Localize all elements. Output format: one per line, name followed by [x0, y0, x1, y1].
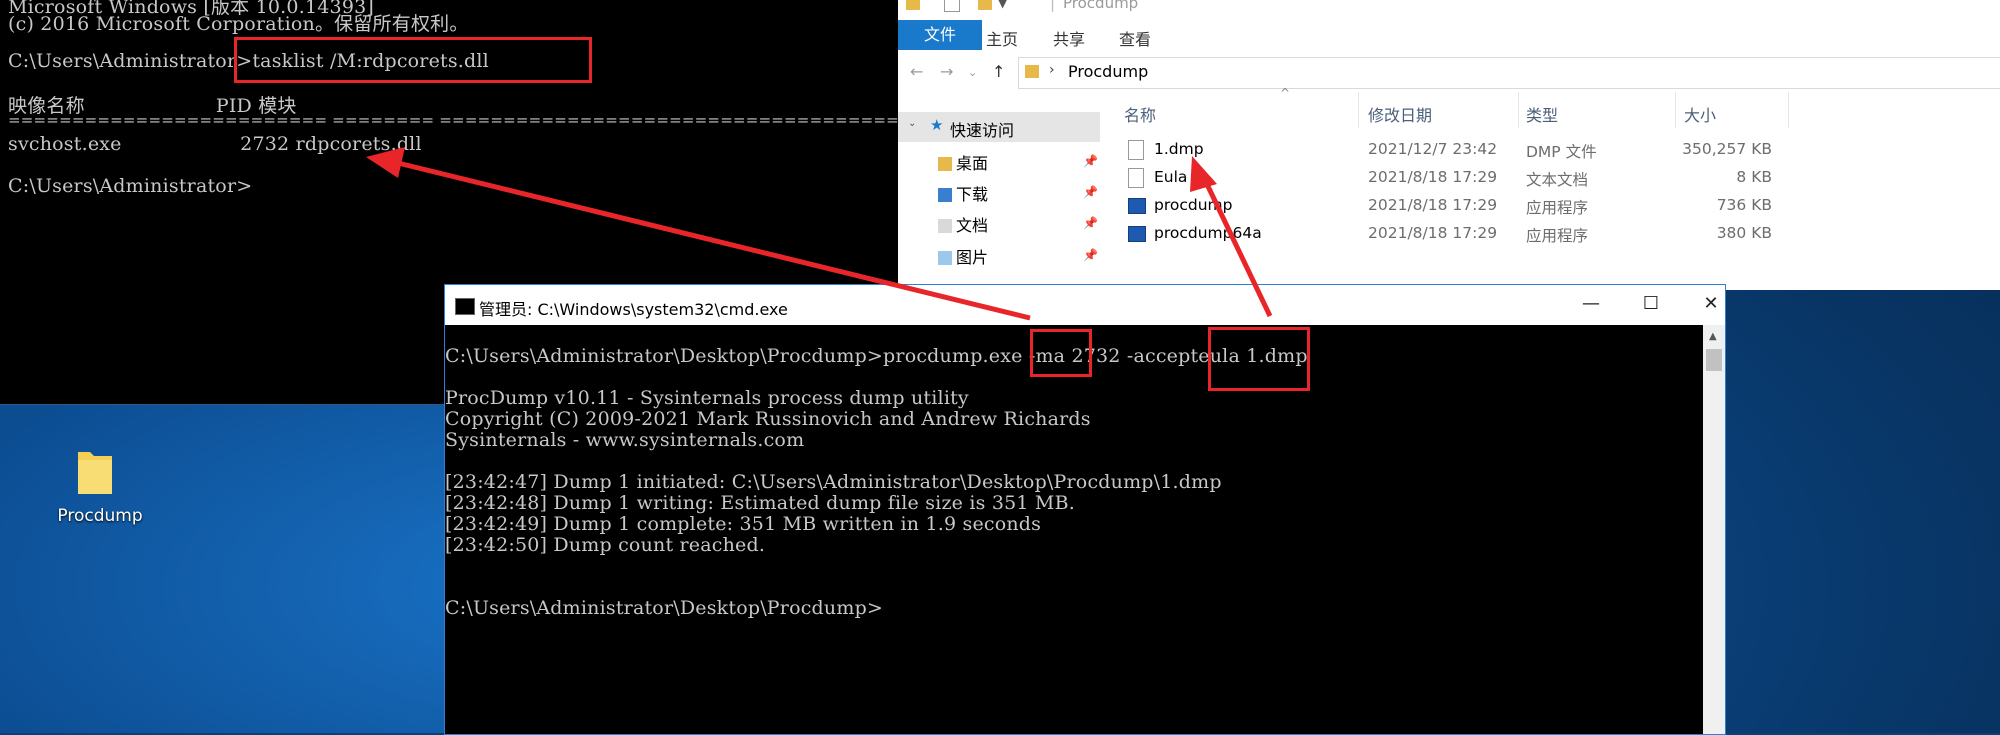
arrow-to-dump-file [1202, 178, 1273, 318]
arrow-head [1190, 156, 1217, 192]
arrow-head [366, 147, 405, 178]
annotation-arrows [366, 147, 1273, 321]
arrow-to-pid [397, 160, 1031, 321]
